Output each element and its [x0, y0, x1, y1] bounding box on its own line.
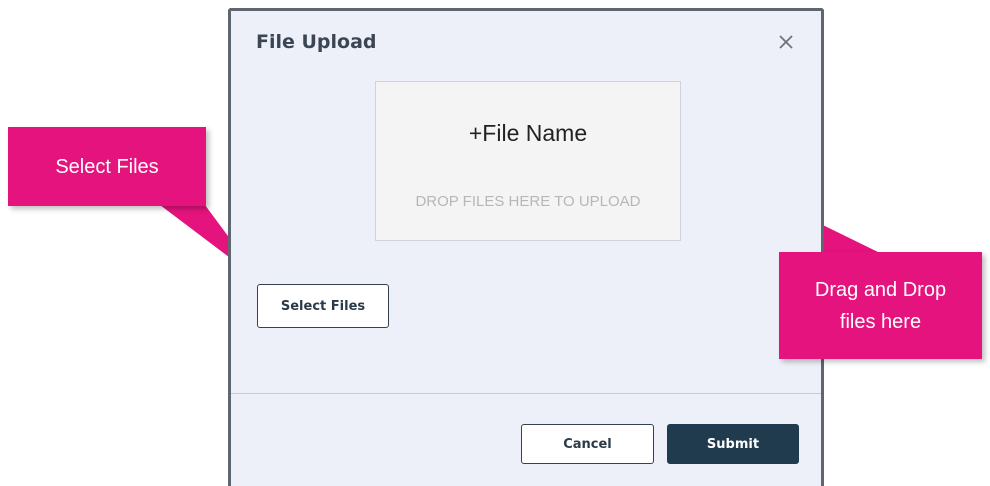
- select-files-callout: Select Files: [8, 127, 206, 206]
- select-files-button[interactable]: Select Files: [257, 284, 389, 328]
- footer-divider: [231, 393, 821, 394]
- drag-drop-callout: Drag and Drop files here: [779, 252, 982, 359]
- close-icon: [779, 35, 793, 49]
- file-upload-dialog: File Upload +File Name DROP FILES HERE T…: [228, 8, 824, 486]
- drag-drop-callout-text: Drag and Drop files here: [814, 278, 947, 333]
- screenshot-stage: File Upload +File Name DROP FILES HERE T…: [0, 0, 990, 486]
- dialog-title: File Upload: [256, 31, 377, 53]
- submit-button[interactable]: Submit: [667, 424, 799, 464]
- dropzone-hint: DROP FILES HERE TO UPLOAD: [415, 193, 641, 210]
- file-name-label[interactable]: +File Name: [376, 120, 680, 147]
- cancel-button[interactable]: Cancel: [521, 424, 654, 464]
- file-dropzone[interactable]: +File Name DROP FILES HERE TO UPLOAD: [375, 81, 681, 241]
- close-button[interactable]: [775, 31, 797, 53]
- select-files-callout-text: Select Files: [55, 155, 159, 178]
